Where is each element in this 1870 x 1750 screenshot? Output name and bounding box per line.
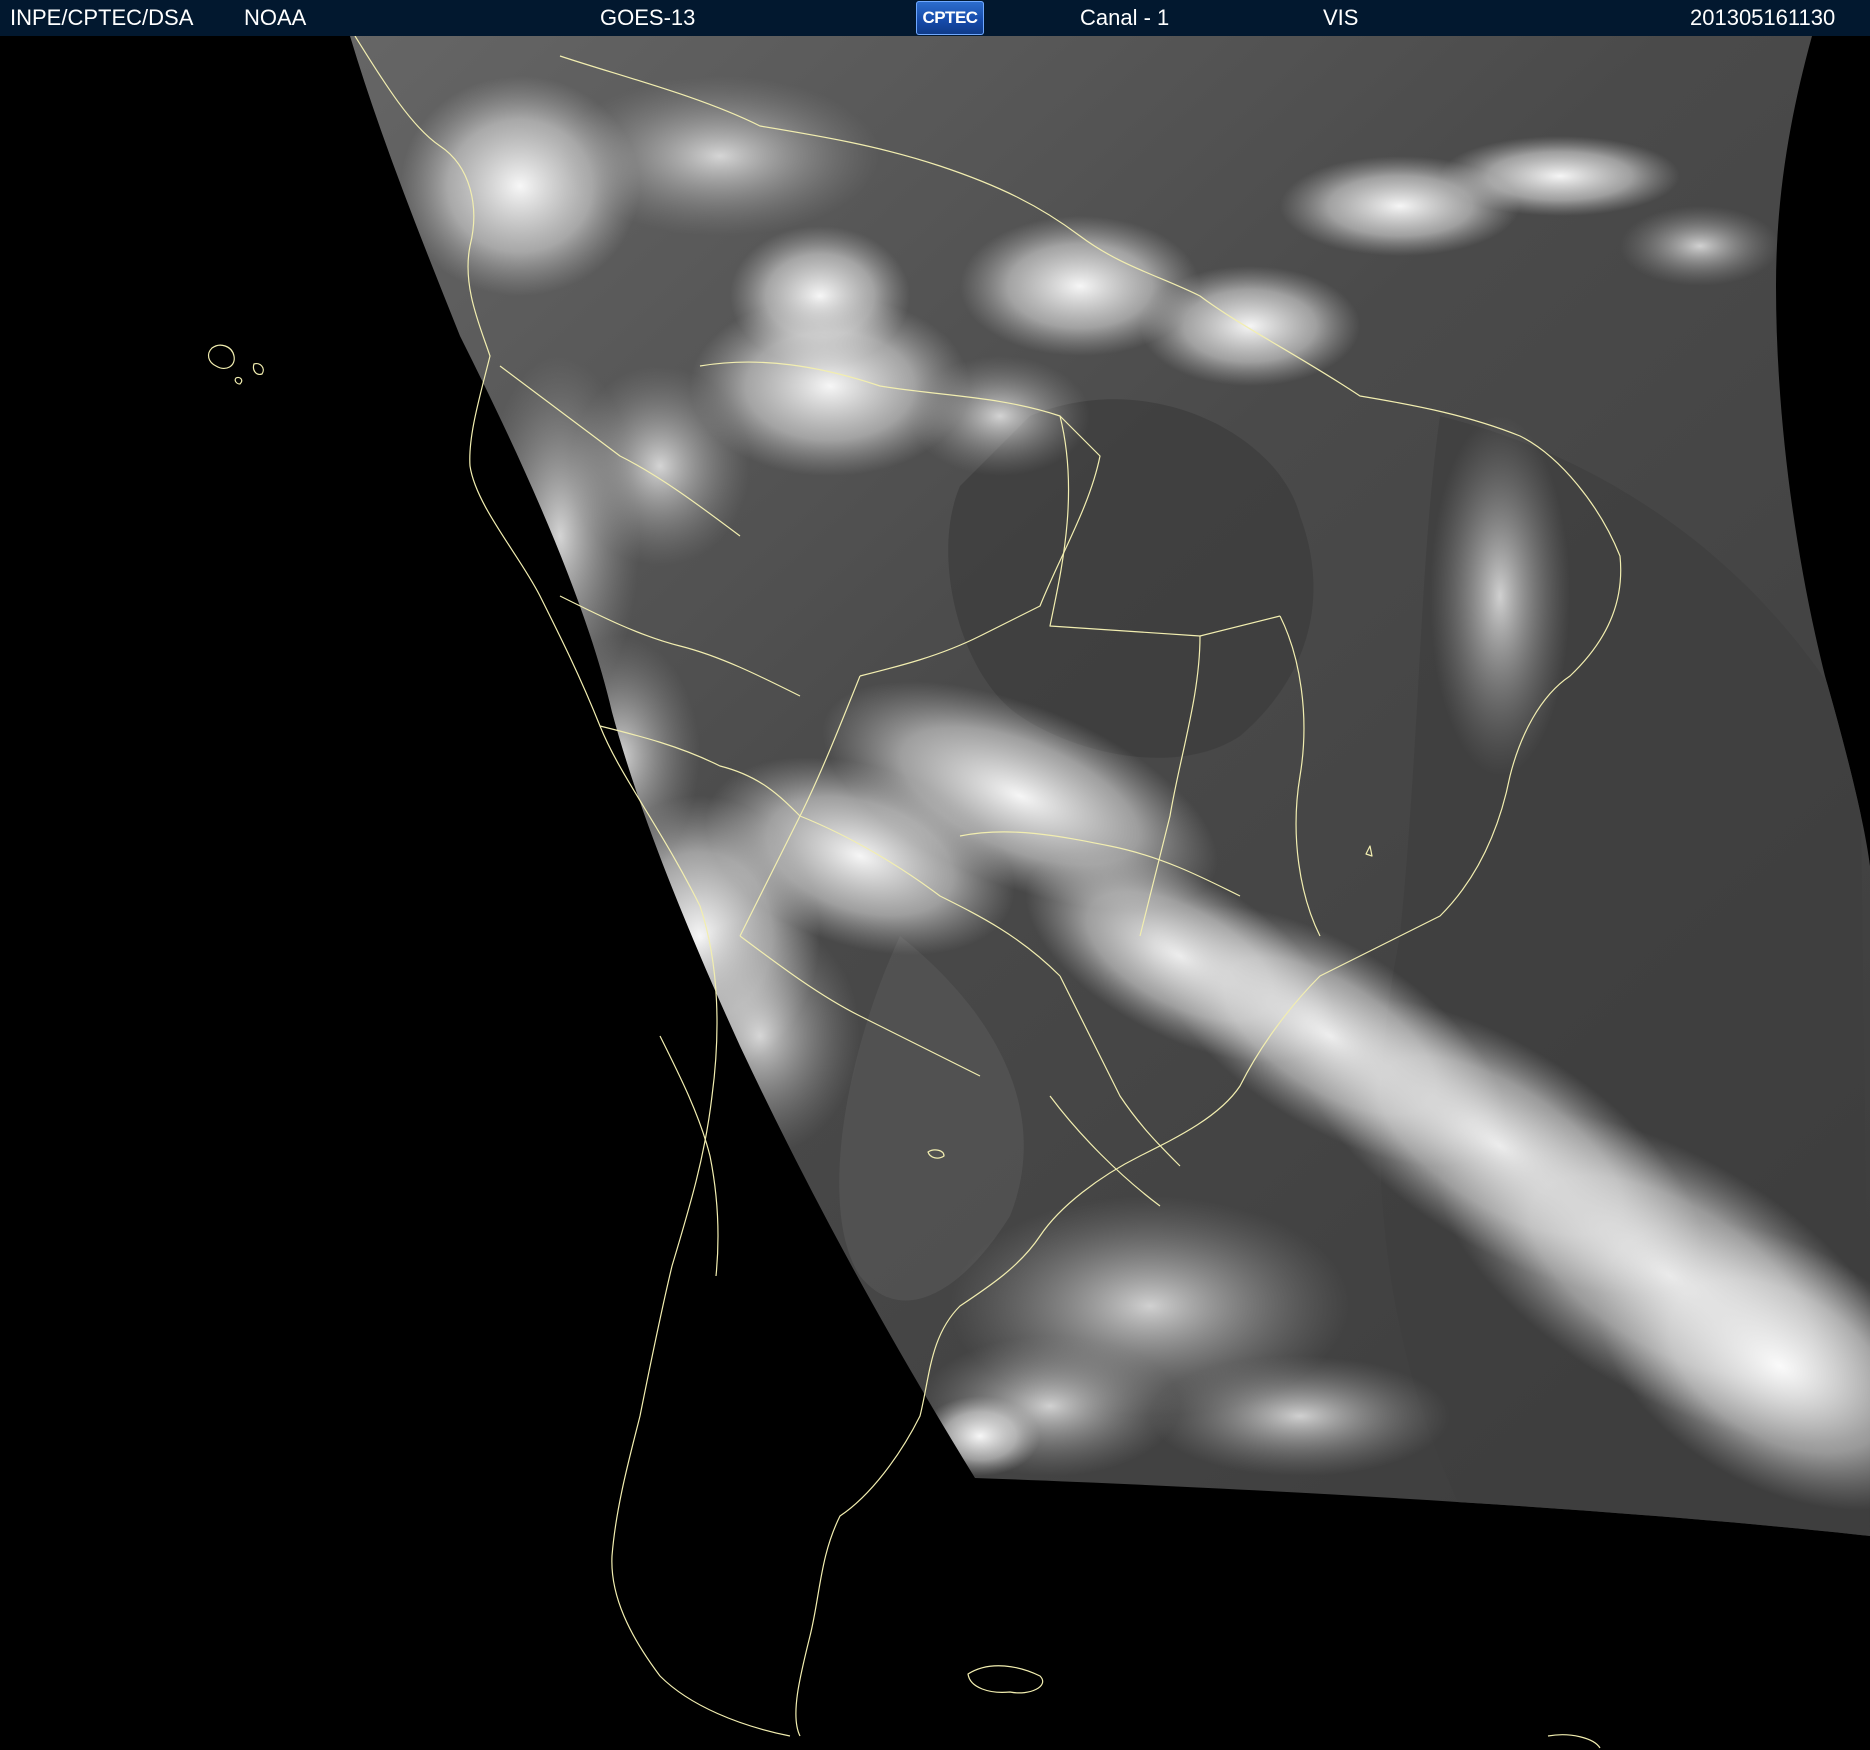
source-label: INPE/CPTEC/DSA (10, 5, 194, 30)
header-bar: INPE/CPTEC/DSA NOAA GOES-13 CPTEC Canal … (0, 0, 1870, 36)
timestamp-label: 201305161130 (1690, 5, 1836, 30)
cptec-logo-text: CPTEC (922, 8, 978, 27)
cptec-logo: CPTEC (916, 1, 984, 35)
satellite-label: GOES-13 (600, 5, 696, 30)
channel-label: Canal - 1 (1080, 5, 1170, 30)
satellite-image-svg (207, 36, 1870, 1749)
agency-label: NOAA (244, 5, 307, 30)
band-label: VIS (1323, 5, 1359, 30)
satellite-image (0, 36, 1870, 1750)
